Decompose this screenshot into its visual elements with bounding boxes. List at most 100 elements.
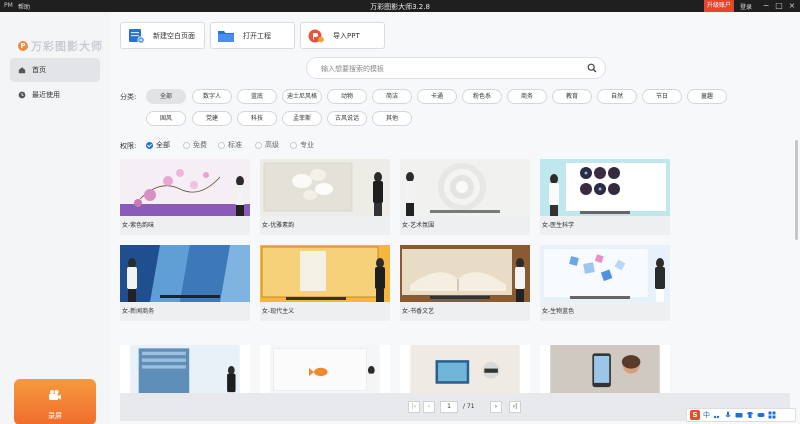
open-project-button[interactable]: 打开工程	[210, 22, 295, 49]
category-chip[interactable]: 古风说话	[327, 111, 367, 126]
template-card[interactable]: 女-医生科学	[540, 159, 670, 235]
category-chip[interactable]: 其他	[372, 111, 412, 126]
brand-name: 万彩图影大师	[31, 40, 103, 53]
permission-option-label: 专业	[300, 141, 314, 149]
template-thumbnail	[410, 345, 520, 393]
template-thumbnail	[540, 245, 670, 302]
search-icon[interactable]	[587, 63, 597, 73]
category-chip-all[interactable]: 全部	[146, 89, 186, 104]
category-chip[interactable]: 数字人	[192, 89, 232, 104]
permission-label: 权限:	[120, 142, 137, 150]
template-card[interactable]	[540, 345, 670, 393]
radio-icon[interactable]	[183, 141, 190, 149]
ime-toolbar: S 中	[686, 408, 796, 422]
main-content: 新建空白页面 打开工程 导入PPT 分类: 全部 数字人 蓝底 迪士尼风格 动物…	[110, 12, 800, 424]
category-chip[interactable]: 节日	[642, 89, 682, 104]
radio-icon[interactable]	[255, 141, 262, 149]
category-label: 分类:	[120, 93, 137, 101]
template-thumbnail	[120, 159, 250, 216]
scrollbar[interactable]	[795, 140, 798, 240]
template-card[interactable]: 女-艺术氛围	[400, 159, 530, 235]
sidebar: P 万彩图影大师 首页 最近使用 录屏	[0, 12, 110, 424]
sogou-logo-icon[interactable]: S	[690, 410, 700, 420]
brand-badge-icon: P	[18, 41, 28, 51]
permission-option-pro[interactable]: 专业	[290, 140, 314, 150]
radio-icon[interactable]	[218, 141, 225, 149]
game-icon[interactable]	[757, 411, 765, 419]
template-name: 女-艺术氛围	[400, 216, 530, 235]
category-chip[interactable]: 科技	[237, 111, 277, 126]
template-card[interactable]: 女-书香文艺	[400, 245, 530, 321]
record-screen-button[interactable]: 录屏	[14, 379, 96, 424]
template-thumbnail	[540, 159, 670, 216]
maximize-icon[interactable]: □	[774, 1, 784, 11]
category-chip[interactable]: 粉色系	[462, 89, 502, 104]
template-card[interactable]	[400, 345, 530, 393]
category-chip[interactable]: 卡通	[417, 89, 457, 104]
template-card[interactable]: 女-生物蓝色	[540, 245, 670, 321]
first-page-icon[interactable]: |‹	[408, 401, 420, 413]
sidebar-item-label: 首页	[32, 66, 46, 74]
category-chip[interactable]: 蓝底	[237, 89, 277, 104]
punctuation-icon[interactable]	[713, 411, 721, 419]
radio-icon[interactable]	[290, 141, 297, 149]
template-card[interactable]: 女-紫色韵味	[120, 159, 250, 235]
close-icon[interactable]: ×	[787, 1, 797, 11]
template-search[interactable]	[306, 57, 606, 79]
template-card[interactable]	[120, 345, 250, 393]
import-ppt-button[interactable]: 导入PPT	[300, 22, 385, 49]
new-blank-page-button[interactable]: 新建空白页面	[120, 22, 205, 49]
login-button[interactable]: 登录	[740, 2, 752, 11]
keyboard-icon[interactable]	[735, 411, 743, 419]
record-label: 录屏	[48, 412, 62, 420]
template-thumbnail	[550, 345, 660, 393]
template-thumbnail	[120, 245, 250, 302]
permission-option-all[interactable]: 全部	[146, 140, 170, 150]
category-chip[interactable]: 商务	[507, 89, 547, 104]
template-thumbnail	[130, 345, 240, 393]
radio-checked-icon[interactable]	[146, 141, 153, 149]
category-chip[interactable]: 教育	[552, 89, 592, 104]
category-chip[interactable]: 迪士尼风格	[282, 89, 322, 104]
page-number-input[interactable]: 1	[440, 401, 458, 413]
sidebar-item-home[interactable]: 首页	[10, 58, 100, 82]
template-card[interactable]	[260, 345, 390, 393]
template-thumbnail	[270, 345, 380, 393]
next-page-icon[interactable]: ›	[490, 401, 502, 413]
template-card[interactable]: 女-现代主义	[260, 245, 390, 321]
permission-option-label: 免费	[193, 141, 207, 149]
prev-page-icon[interactable]: ‹	[423, 401, 435, 413]
category-chip[interactable]: 动物	[327, 89, 367, 104]
skin-icon[interactable]	[746, 411, 754, 419]
minimize-icon[interactable]: −	[761, 1, 771, 11]
new-blank-page-label: 新建空白页面	[153, 31, 195, 40]
category-chip[interactable]: 童趣	[687, 89, 727, 104]
template-thumbnail	[400, 245, 530, 302]
open-project-label: 打开工程	[243, 31, 271, 40]
category-chip[interactable]: 自然	[597, 89, 637, 104]
template-name: 女-优雅素韵	[260, 216, 390, 235]
permission-option-advanced[interactable]: 高级	[255, 140, 279, 150]
folder-icon	[218, 30, 234, 42]
home-icon	[18, 67, 26, 74]
page-total: / 71	[463, 403, 475, 410]
template-card[interactable]: 女-新闻商务	[120, 245, 250, 321]
permission-option-free[interactable]: 免费	[183, 140, 207, 150]
toolbox-icon[interactable]	[768, 411, 776, 419]
category-chip[interactable]: 国风	[146, 111, 186, 126]
permission-option-label: 标准	[228, 141, 242, 149]
category-chip[interactable]: 党建	[192, 111, 232, 126]
ime-language-toggle[interactable]: 中	[703, 410, 710, 420]
search-input[interactable]	[321, 62, 571, 75]
template-card[interactable]: 女-优雅素韵	[260, 159, 390, 235]
category-chip[interactable]: 孟菲斯	[282, 111, 322, 126]
category-chip[interactable]: 简洁	[372, 89, 412, 104]
template-name: 女-新闻商务	[120, 302, 250, 321]
last-page-icon[interactable]: ›|	[509, 401, 521, 413]
sidebar-item-recent[interactable]: 最近使用	[10, 83, 100, 107]
upgrade-account-button[interactable]: 升级账户	[704, 0, 735, 12]
video-camera-icon	[49, 390, 61, 400]
window-title: 万彩图影大师3.2.8	[370, 3, 430, 11]
permission-option-standard[interactable]: 标准	[218, 140, 242, 150]
microphone-icon[interactable]	[724, 411, 732, 419]
